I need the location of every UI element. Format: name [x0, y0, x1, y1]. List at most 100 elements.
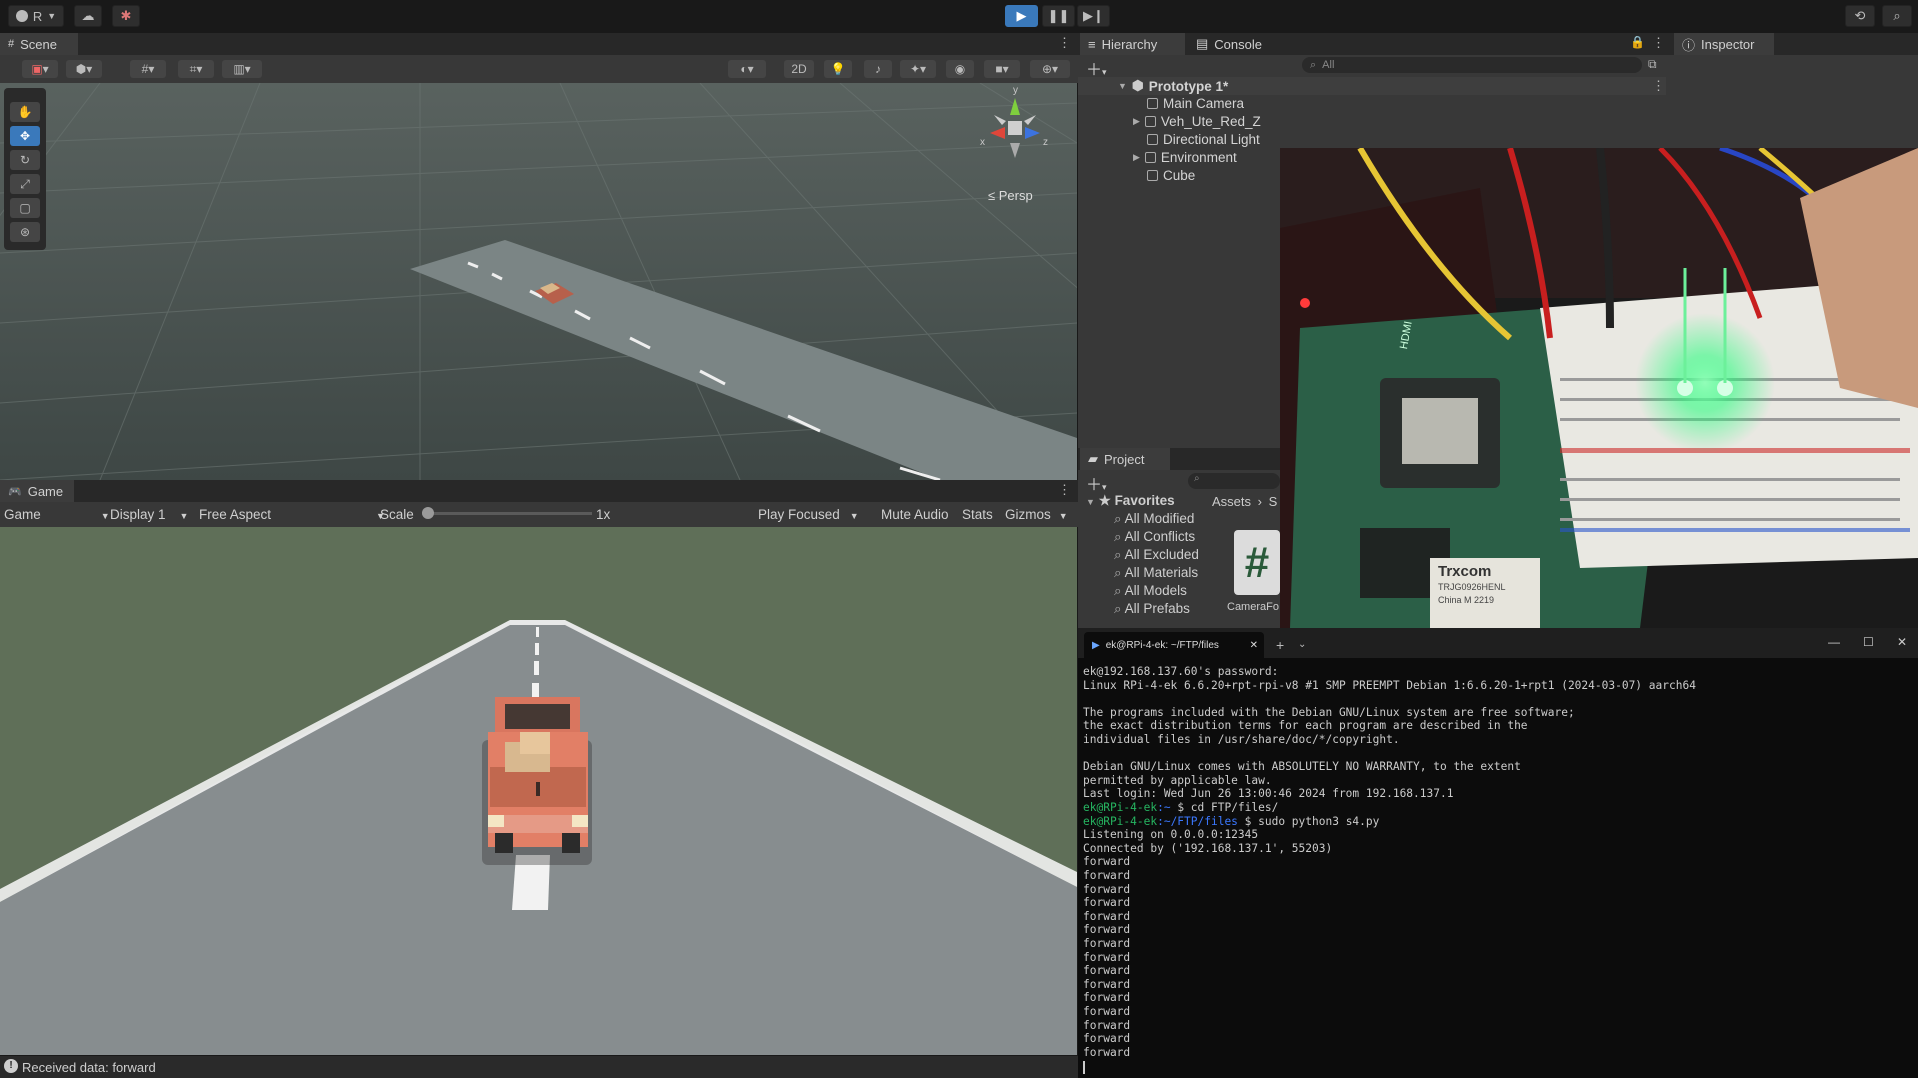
history-button[interactable]: ⟲: [1845, 5, 1875, 27]
hand-tool[interactable]: ✋: [10, 102, 40, 122]
new-tab-button[interactable]: +: [1276, 637, 1284, 653]
plus-icon: +: [1276, 637, 1285, 653]
search-button[interactable]: ⌕: [1882, 5, 1912, 27]
tab-dropdown-button[interactable]: ⌄: [1298, 639, 1306, 650]
scale-tool[interactable]: ⤢: [10, 174, 40, 194]
folder-icon: ▰: [1088, 451, 1098, 466]
scene-viewport[interactable]: y x z ≤ Persp ✋ ✥ ↻ ⤢ ▢ ⊛: [0, 83, 1077, 480]
favorite-item[interactable]: ⌕ All Materials: [1114, 565, 1198, 581]
game-mode-dropdown[interactable]: Game ▼: [4, 507, 110, 522]
ruler-dropdown[interactable]: ▥ ▾: [222, 60, 262, 78]
breadcrumb-assets[interactable]: Assets: [1212, 494, 1251, 509]
gizmo-x-label: x: [980, 137, 985, 148]
tab-hierarchy[interactable]: ≡ Hierarchy: [1080, 33, 1185, 55]
tab-console[interactable]: ▤ Console: [1188, 33, 1278, 55]
tab-game[interactable]: 🎮 Game: [0, 480, 74, 502]
favorite-item[interactable]: ⌕ All Conflicts: [1114, 529, 1195, 545]
cloud-icon: ☁: [81, 8, 95, 23]
render-dropdown[interactable]: ⬢ ▾: [66, 60, 102, 78]
hierarchy-item-cube[interactable]: Cube: [1147, 168, 1195, 183]
search-icon: ⌕: [1194, 473, 1200, 484]
visibility-toggle[interactable]: ◉: [946, 60, 974, 78]
chevron-right-icon: ›: [1257, 494, 1262, 509]
search-icon: ⌕: [1893, 8, 1901, 23]
scale-slider-handle[interactable]: [422, 507, 434, 519]
favorite-label: All Models: [1124, 583, 1187, 598]
hierarchy-item-environment[interactable]: ▶ Environment: [1133, 150, 1237, 165]
close-icon[interactable]: ✕: [1250, 640, 1258, 651]
tab-scene[interactable]: # Scene: [0, 33, 78, 55]
expand-arrow-icon[interactable]: ▶: [1133, 116, 1140, 127]
project-breadcrumb[interactable]: Assets › S: [1212, 494, 1277, 509]
terminal-tab[interactable]: ▶ ek@RPi-4-ek: ~/FTP/files ✕: [1084, 632, 1264, 658]
project-search-input[interactable]: ⌕: [1188, 473, 1280, 489]
favorite-label: All Excluded: [1124, 547, 1199, 562]
persp-toggle[interactable]: ≤ Persp: [988, 188, 1033, 203]
account-button[interactable]: R ▼: [8, 5, 64, 27]
favorites-header[interactable]: ▼ ★ Favorites: [1086, 493, 1175, 509]
hierarchy-item-main-camera[interactable]: Main Camera: [1147, 96, 1244, 111]
search-options-icon[interactable]: ⧉: [1648, 57, 1657, 72]
game-menu-icon[interactable]: ⋮: [1058, 482, 1071, 498]
minimize-button[interactable]: —: [1828, 635, 1840, 649]
asset-thumbnail[interactable]: #: [1234, 530, 1280, 595]
favorite-item[interactable]: ⌕ All Prefabs: [1114, 601, 1190, 617]
hierarchy-menu-icon[interactable]: ⋮: [1652, 35, 1665, 51]
orientation-gizmo[interactable]: y x z: [980, 85, 1050, 163]
snap-icon: ⌗: [189, 61, 197, 76]
audio-toggle[interactable]: ♪: [864, 60, 892, 78]
close-window-button[interactable]: ✕: [1897, 635, 1907, 649]
shading-dropdown[interactable]: ◐ ▾: [728, 60, 766, 78]
project-add-button[interactable]: ＋▾: [1086, 471, 1107, 495]
play-button[interactable]: ▶: [1005, 5, 1038, 27]
tab-project[interactable]: ▰ Project: [1080, 448, 1170, 470]
terminal-line: forward: [1083, 909, 1131, 923]
hierarchy-item-vehicle[interactable]: ▶ Veh_Ute_Red_Z: [1133, 114, 1261, 129]
favorite-item[interactable]: ⌕ All Excluded: [1114, 547, 1199, 563]
maximize-button[interactable]: ☐: [1863, 635, 1874, 649]
stats-button[interactable]: Stats: [962, 507, 993, 522]
move-tool[interactable]: ✥: [10, 126, 40, 146]
favorite-label: All Materials: [1124, 565, 1199, 580]
favorite-item[interactable]: ⌕ All Modified: [1114, 511, 1194, 527]
camera-dropdown[interactable]: ■ ▾: [984, 60, 1020, 78]
hierarchy-item-directional-light[interactable]: Directional Light: [1147, 132, 1260, 147]
cloud-button[interactable]: ☁: [74, 5, 102, 27]
step-button[interactable]: ▶❙: [1077, 5, 1110, 27]
breadcrumb-next[interactable]: S: [1269, 494, 1278, 509]
lighting-toggle[interactable]: 💡: [824, 60, 852, 78]
favorite-item[interactable]: ⌕ All Models: [1114, 583, 1187, 599]
pause-button[interactable]: ❚❚: [1042, 5, 1075, 27]
tab-inspector[interactable]: ⓘ Inspector: [1674, 33, 1774, 55]
mute-audio-button[interactable]: Mute Audio: [881, 507, 949, 522]
asset-name[interactable]: CameraFo: [1227, 601, 1280, 613]
rotate-tool[interactable]: ↻: [10, 150, 40, 170]
close-icon: ✕: [1897, 635, 1908, 649]
game-viewport[interactable]: [0, 527, 1077, 1055]
lock-icon[interactable]: 🔒: [1630, 35, 1645, 49]
terminal-icon: ▶: [1092, 639, 1100, 651]
hierarchy-root[interactable]: ▼ ⬢ Prototype 1*: [1118, 78, 1228, 94]
root-menu-icon[interactable]: ⋮: [1652, 78, 1665, 94]
transform-tool[interactable]: ⊛: [10, 222, 40, 242]
expand-arrow-icon[interactable]: ▼: [1118, 81, 1127, 91]
increment-snap-dropdown[interactable]: ⌗ ▾: [178, 60, 214, 78]
gizmos-dropdown[interactable]: ⊕ ▾: [1030, 60, 1070, 78]
display-dropdown[interactable]: Display 1 ▼: [110, 507, 188, 522]
collab-button[interactable]: ✱: [112, 5, 140, 27]
status-message[interactable]: Received data: forward: [22, 1060, 156, 1075]
csharp-script-icon: #: [1244, 537, 1270, 587]
expand-arrow-icon[interactable]: ▶: [1133, 152, 1140, 163]
play-focused-dropdown[interactable]: Play Focused ▼: [758, 507, 859, 522]
gizmos-game-dropdown[interactable]: Gizmos ▼: [1005, 507, 1068, 522]
toggle-2d[interactable]: 2D: [784, 60, 814, 78]
rect-tool[interactable]: ▢: [10, 198, 40, 218]
scene-menu-icon[interactable]: ⋮: [1058, 35, 1071, 51]
draw-mode-dropdown[interactable]: ▣ ▾: [22, 60, 58, 78]
scale-slider[interactable]: [422, 507, 592, 519]
aspect-dropdown[interactable]: Free Aspect ▼: [199, 507, 385, 522]
hierarchy-search-input[interactable]: ⌕ All: [1302, 57, 1642, 73]
expand-arrow-icon[interactable]: ▼: [1086, 497, 1095, 507]
grid-snap-dropdown[interactable]: # ▾: [130, 60, 166, 78]
effects-dropdown[interactable]: ✦ ▾: [900, 60, 936, 78]
